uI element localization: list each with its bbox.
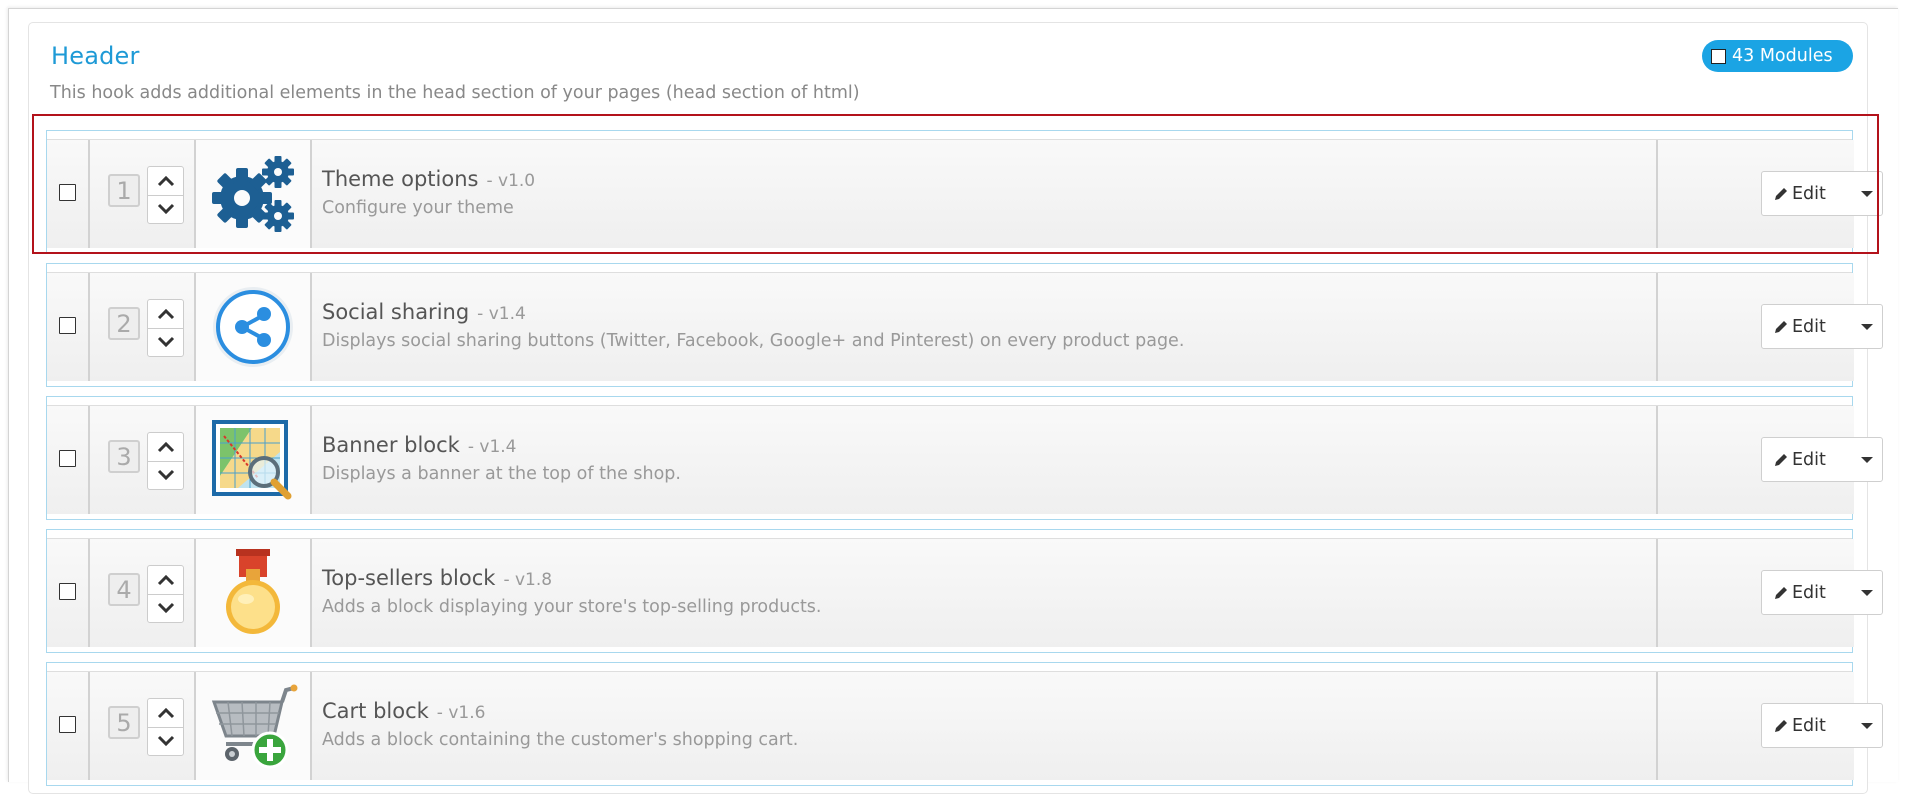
row-checkbox[interactable]	[59, 184, 76, 201]
row-checkbox[interactable]	[59, 583, 76, 600]
chevron-down-icon	[157, 203, 174, 215]
hook-title: Header	[51, 42, 140, 70]
module-version: - v1.0	[486, 171, 536, 191]
module-row-social-sharing: 2 Social sharing - v1.4 Displays social s…	[46, 263, 1883, 387]
position-arrows	[147, 698, 184, 756]
module-version: - v1.4	[467, 437, 517, 457]
chevron-up-icon	[157, 175, 174, 187]
hook-description: This hook adds additional elements in th…	[50, 83, 860, 103]
move-up-button[interactable]	[148, 566, 183, 595]
move-up-button[interactable]	[148, 300, 183, 329]
module-name: Banner block - v1.4	[322, 433, 517, 457]
edit-label: Edit	[1792, 449, 1826, 470]
edit-button[interactable]: Edit	[1761, 437, 1883, 482]
module-version: - v1.6	[436, 703, 486, 723]
move-up-button[interactable]	[148, 699, 183, 728]
edit-label: Edit	[1792, 316, 1826, 337]
module-row-cart-block: 5 Cart block - v1.6 Adds a block contain…	[46, 662, 1883, 786]
row-checkbox[interactable]	[59, 450, 76, 467]
cart-add-icon	[211, 684, 298, 769]
module-row-theme-options: 1 Theme options - v1.0 Configure your th…	[46, 130, 1883, 254]
move-up-button[interactable]	[148, 167, 183, 196]
module-row-banner-block: 3 Banner block - v1.4 Displays a banner …	[46, 396, 1883, 520]
chevron-up-icon	[157, 707, 174, 719]
edit-label: Edit	[1792, 715, 1826, 736]
row-checkbox[interactable]	[59, 317, 76, 334]
dropdown-caret-icon[interactable]	[1861, 457, 1873, 463]
edit-label: Edit	[1792, 582, 1826, 603]
share-icon	[213, 287, 293, 367]
position-arrows	[147, 299, 184, 357]
module-description: Displays a banner at the top of the shop…	[322, 464, 681, 484]
module-row-top-sellers-block: 4 Top-sellers block - v1.8 Adds a block d…	[46, 529, 1883, 653]
module-description: Adds a block displaying your store's top…	[322, 597, 822, 617]
dropdown-caret-icon[interactable]	[1861, 191, 1873, 197]
move-down-button[interactable]	[148, 328, 183, 356]
position-number: 5	[108, 706, 140, 739]
chevron-up-icon	[157, 308, 174, 320]
module-description: Adds a block containing the customer's s…	[322, 730, 799, 750]
position-arrows	[147, 565, 184, 623]
medal-icon	[226, 549, 280, 634]
position-arrows	[147, 166, 184, 224]
move-down-button[interactable]	[148, 727, 183, 755]
module-description: Configure your theme	[322, 198, 514, 218]
chevron-up-icon	[157, 574, 174, 586]
module-name: Social sharing - v1.4	[322, 300, 526, 324]
edit-button[interactable]: Edit	[1761, 304, 1883, 349]
pencil-icon	[1773, 452, 1789, 468]
row-checkbox[interactable]	[59, 716, 76, 733]
gears-icon	[212, 156, 294, 232]
module-name: Top-sellers block - v1.8	[322, 566, 553, 590]
move-down-button[interactable]	[148, 461, 183, 489]
position-number: 3	[108, 440, 140, 473]
pencil-icon	[1773, 186, 1789, 202]
chevron-down-icon	[157, 336, 174, 348]
edit-button[interactable]: Edit	[1761, 570, 1883, 615]
module-name: Cart block - v1.6	[322, 699, 486, 723]
position-number: 4	[108, 573, 140, 606]
pencil-icon	[1773, 718, 1789, 734]
move-up-button[interactable]	[148, 433, 183, 462]
edit-button[interactable]: Edit	[1761, 171, 1883, 216]
dropdown-caret-icon[interactable]	[1861, 723, 1873, 729]
edit-label: Edit	[1792, 183, 1826, 204]
module-version: - v1.8	[503, 570, 553, 590]
dropdown-caret-icon[interactable]	[1861, 590, 1873, 596]
pencil-icon	[1773, 319, 1789, 335]
banner-magnifier-icon	[212, 420, 292, 500]
module-version: - v1.4	[477, 304, 526, 324]
module-name: Theme options - v1.0	[322, 167, 536, 191]
select-all-checkbox[interactable]	[1711, 48, 1726, 64]
module-description: Displays social sharing buttons (Twitter…	[322, 331, 1185, 351]
pencil-icon	[1773, 585, 1789, 601]
move-down-button[interactable]	[148, 594, 183, 622]
chevron-down-icon	[157, 469, 174, 481]
position-arrows	[147, 432, 184, 490]
module-count-label: 43 Modules	[1732, 46, 1833, 66]
chevron-up-icon	[157, 441, 174, 453]
move-down-button[interactable]	[148, 195, 183, 223]
dropdown-caret-icon[interactable]	[1861, 324, 1873, 330]
module-count-badge[interactable]: 43 Modules	[1702, 40, 1853, 72]
chevron-down-icon	[157, 602, 174, 614]
position-number: 1	[108, 174, 140, 207]
edit-button[interactable]: Edit	[1761, 703, 1883, 748]
position-number: 2	[108, 307, 140, 340]
chevron-down-icon	[157, 735, 174, 747]
